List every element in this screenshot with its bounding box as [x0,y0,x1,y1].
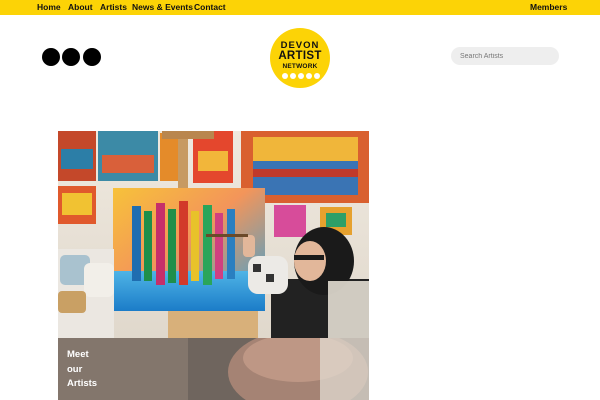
logo-dot-icon [306,73,312,79]
search-artists-input[interactable] [451,47,559,65]
nav-about-link[interactable]: About [68,2,93,13]
feature-label-line: Meet [67,349,89,360]
hero-illustration [58,131,369,338]
feature-label-line: our [67,363,83,375]
feature-label-line: Artists [67,378,98,389]
meet-our-artists-card[interactable]: Meet our Artists [58,338,369,400]
menu-dot-icon[interactable] [62,48,80,66]
nav-artists-link[interactable]: Artists [100,2,127,13]
site-logo[interactable]: DEVON ARTIST NETWORK [270,28,330,88]
top-nav-bar: Home About Artists News & Events Contact… [0,0,600,15]
logo-dot-icon [314,73,320,79]
logo-line-artist: ARTIST [278,50,322,62]
menu-dot-icon[interactable] [42,48,60,66]
logo-dot-icon [298,73,304,79]
nav-members-link[interactable]: Members [530,2,567,13]
menu-dot-icon[interactable] [83,48,101,66]
nav-home-link[interactable]: Home [37,2,61,13]
nav-contact-link[interactable]: Contact [194,2,226,13]
hero-image-artist-painting[interactable] [58,131,369,338]
nav-news-events-link[interactable]: News & Events [132,2,193,13]
site-header: DEVON ARTIST NETWORK [0,15,600,100]
logo-line-network: NETWORK [282,63,318,70]
logo-dot-icon [282,73,288,79]
feature-label: Meet our Artists [67,348,97,392]
logo-dot-icon [290,73,296,79]
feature-background-image [58,338,369,400]
